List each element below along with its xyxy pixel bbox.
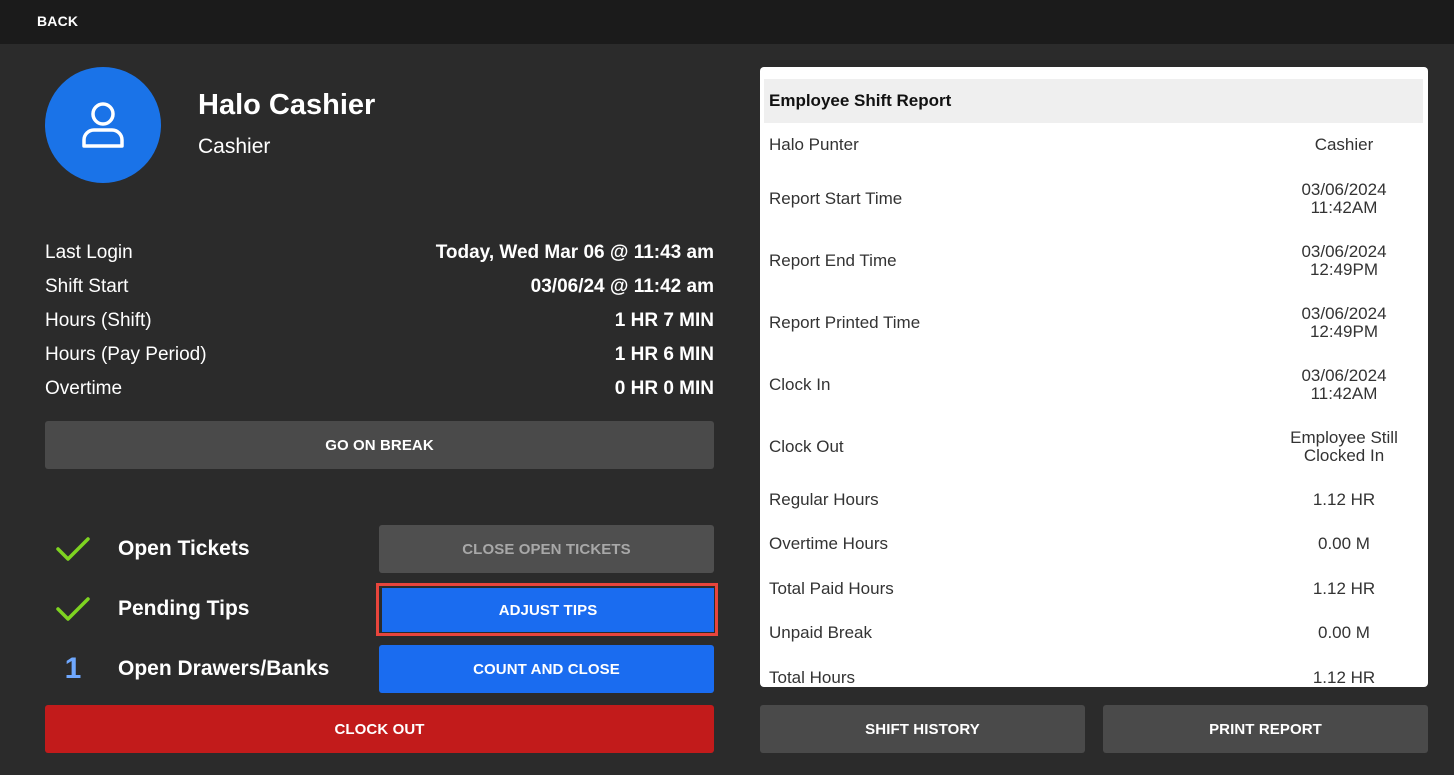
stat-label: Shift Start (45, 276, 129, 297)
report-row: Report End Time 03/06/2024 12:49PM (769, 230, 1419, 292)
report-row: Overtime Hours 0.00 M (769, 522, 1419, 567)
report-row: Clock Out Employee Still Clocked In (769, 416, 1419, 478)
report-row: Total Hours 1.12 HR (769, 656, 1419, 688)
report-row-label: Clock In (769, 374, 831, 394)
report-row-value: 03/06/2024 11:42AM (1301, 179, 1387, 217)
shift-stats: Last Login Today, Wed Mar 06 @ 11:43 am … (45, 236, 714, 406)
report-row-label: Regular Hours (769, 489, 879, 509)
report-row-value: 03/06/2024 12:49PM (1301, 303, 1387, 341)
report-row-label: Overtime Hours (769, 534, 889, 554)
checklist-label: Open Drawers/Banks (118, 657, 330, 680)
report-row: Report Start Time 03/06/2024 11:42AM (769, 168, 1419, 230)
report-row-value: 1.12 HR (1312, 667, 1376, 687)
drawer-count: 1 (64, 652, 82, 685)
report-row-label: Unpaid Break (769, 623, 873, 643)
report-row-value: 03/06/2024 11:42AM (1301, 365, 1387, 403)
checkmark-icon (45, 596, 101, 622)
checklist-open-tickets: Open Tickets (45, 524, 250, 574)
report-rows: Halo Punter Cashier Report Start Time 03… (769, 123, 1419, 687)
stat-label: Overtime (45, 378, 123, 399)
highlight-frame (376, 583, 718, 636)
stat-last-login: Last Login Today, Wed Mar 06 @ 11:43 am (45, 236, 714, 270)
shift-report-panel[interactable]: Employee Shift Report Halo Punter Cashie… (760, 67, 1428, 687)
close-open-tickets-button[interactable]: CLOSE OPEN TICKETS (379, 525, 714, 573)
print-report-button[interactable]: PRINT REPORT (1103, 705, 1428, 753)
report-row-label: Report End Time (769, 250, 897, 270)
clock-out-button[interactable]: CLOCK OUT (45, 705, 714, 753)
user-icon (82, 102, 124, 148)
report-row-value: 0.00 M (1318, 534, 1370, 554)
report-row-label: Clock Out (769, 436, 844, 456)
shift-history-button[interactable]: SHIFT HISTORY (760, 705, 1085, 753)
report-row-label: Total Paid Hours (769, 578, 894, 598)
go-on-break-button[interactable]: GO ON BREAK (45, 421, 714, 469)
report-row-value: 0.00 M (1318, 623, 1370, 643)
report-row-label: Report Printed Time (769, 312, 921, 332)
report-row: Unpaid Break 0.00 M (769, 611, 1419, 656)
report-title: Employee Shift Report (764, 79, 1423, 123)
report-row: Regular Hours 1.12 HR (769, 478, 1419, 523)
count-and-close-button[interactable]: COUNT AND CLOSE (379, 645, 714, 693)
stat-value: 03/06/24 @ 11:42 am (530, 276, 714, 297)
stat-label: Hours (Shift) (45, 310, 152, 331)
checkmark-icon (45, 536, 101, 562)
stat-value: 1 HR 6 MIN (614, 344, 714, 365)
report-row-value: 03/06/2024 12:49PM (1301, 241, 1387, 279)
checklist-label: Open Tickets (118, 537, 250, 560)
stat-hours-shift: Hours (Shift) 1 HR 7 MIN (45, 304, 714, 338)
stat-shift-start: Shift Start 03/06/24 @ 11:42 am (45, 270, 714, 304)
avatar (45, 67, 161, 183)
checklist-open-drawers: 1 Open Drawers/Banks (45, 644, 330, 694)
top-bar: BACK (0, 0, 1454, 44)
checklist-pending-tips: Pending Tips (45, 584, 249, 634)
checklist-label: Pending Tips (118, 597, 250, 620)
stat-value: 1 HR 7 MIN (614, 310, 714, 331)
report-row: Halo Punter Cashier (769, 123, 1419, 168)
report-row-label: Report Start Time (769, 188, 903, 208)
stat-value: 0 HR 0 MIN (614, 378, 714, 399)
report-row-label: Halo Punter (769, 135, 859, 155)
stat-value: Today, Wed Mar 06 @ 11:43 am (435, 242, 714, 263)
report-row: Clock In 03/06/2024 11:42AM (769, 354, 1419, 416)
report-row: Total Paid Hours 1.12 HR (769, 567, 1419, 612)
employee-role: Cashier (198, 135, 271, 158)
report-row-value: Cashier (1314, 135, 1374, 155)
back-button[interactable]: BACK (37, 13, 78, 29)
report-row-value: 1.12 HR (1312, 489, 1376, 509)
report-row: Report Printed Time 03/06/2024 12:49PM (769, 292, 1419, 354)
report-row-value: Employee Still Clocked In (1290, 427, 1398, 465)
stat-overtime: Overtime 0 HR 0 MIN (45, 372, 714, 406)
stat-label: Hours (Pay Period) (45, 344, 207, 365)
stat-hours-pay-period: Hours (Pay Period) 1 HR 6 MIN (45, 338, 714, 372)
report-row-label: Total Hours (769, 667, 855, 687)
report-row-value: 1.12 HR (1312, 578, 1376, 598)
employee-name: Halo Cashier (198, 89, 376, 121)
stat-label: Last Login (45, 242, 133, 263)
